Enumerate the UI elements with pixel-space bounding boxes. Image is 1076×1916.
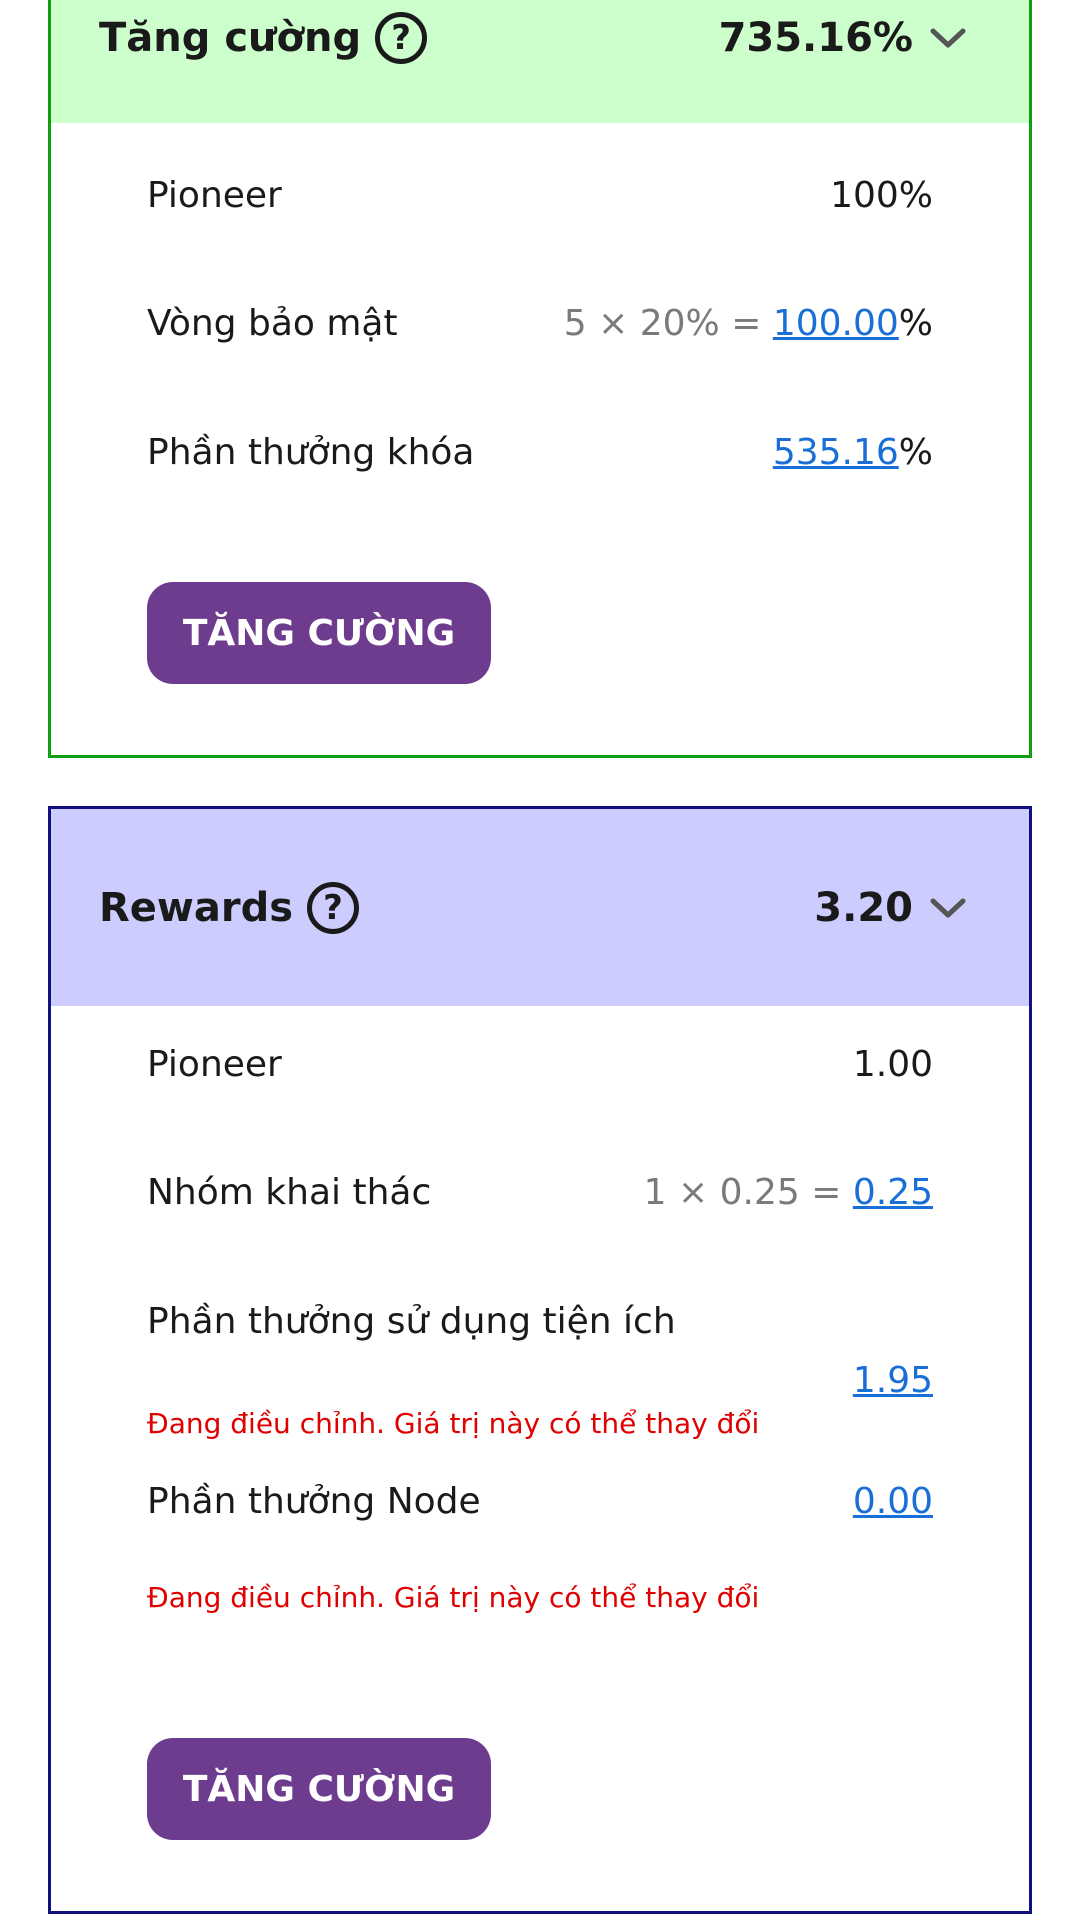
security-circle-link[interactable]: 100.00 [773,303,899,344]
boost-header-right[interactable]: 735.16% [719,15,967,61]
formula-text: 5 × 20% = [563,303,773,344]
page: Tăng cường ? 735.16% Pioneer 100% Vòng b… [0,0,1076,1916]
rewards-row-utility-usage: Phần thưởng sử dụng tiện ích [147,1301,933,1342]
help-circle-icon[interactable]: ? [375,12,428,64]
row-label: Pioneer [147,175,282,216]
rewards-boost-button[interactable]: TĂNG CƯỜNG [147,1738,491,1840]
utility-usage-warning: Đang điều chỉnh. Giá trị này có thể thay… [147,1407,760,1440]
boost-row-pioneer: Pioneer 100% [147,175,933,216]
chevron-down-icon[interactable] [929,896,967,920]
node-reward-link[interactable]: 0.00 [853,1481,933,1522]
row-label: Pioneer [147,1044,282,1085]
rewards-header-left: Rewards ? [99,881,360,934]
rewards-total: 3.20 [814,884,913,931]
formula-text: 1 × 0.25 = [643,1172,853,1213]
row-label: Phần thưởng Node [147,1481,481,1522]
row-value: 100% [830,175,933,216]
row-value: 535.16% [773,432,933,473]
row-value: 5 × 20% = 100.00% [564,303,933,344]
boost-header-left: Tăng cường ? [99,12,428,64]
row-label: Phần thưởng khóa [147,432,475,473]
boost-total: 735.16% [718,15,913,61]
boost-row-security-circle: Vòng bảo mật 5 × 20% = 100.00% [147,303,933,344]
rewards-title: Rewards [99,884,294,931]
lockup-reward-link[interactable]: 535.16 [773,432,899,473]
utility-usage-link[interactable]: 1.95 [853,1360,933,1401]
rewards-row-mining-team: Nhóm khai thác 1 × 0.25 = 0.25 [147,1172,933,1213]
boost-card-header[interactable]: Tăng cường ? 735.16% [51,0,1029,123]
node-reward-warning: Đang điều chỉnh. Giá trị này có thể thay… [147,1581,760,1614]
chevron-down-icon[interactable] [929,26,967,50]
percent-suffix: % [898,432,933,473]
percent-suffix: % [898,303,933,344]
rewards-header-right[interactable]: 3.20 [814,885,967,931]
boost-card: Tăng cường ? 735.16% Pioneer 100% Vòng b… [48,0,1032,758]
boost-row-lockup-reward: Phần thưởng khóa 535.16% [147,432,933,473]
mining-team-link[interactable]: 0.25 [853,1172,933,1213]
row-value: 1.00 [852,1044,933,1085]
boost-button[interactable]: TĂNG CƯỜNG [147,582,491,684]
row-label: Phần thưởng sử dụng tiện ích [147,1301,676,1342]
rewards-card: Rewards ? 3.20 Pioneer 1.00 Nhóm khai th… [48,806,1032,1914]
help-circle-icon[interactable]: ? [307,881,360,934]
rewards-card-header[interactable]: Rewards ? 3.20 [51,809,1029,1006]
row-label: Vòng bảo mật [147,303,398,344]
rewards-row-node: Phần thưởng Node 0.00 [147,1481,933,1522]
boost-header-inner: Tăng cường ? 735.16% [99,0,967,88]
row-value: 1 × 0.25 = 0.25 [644,1172,933,1213]
row-label: Nhóm khai thác [147,1172,432,1213]
rewards-row-pioneer: Pioneer 1.00 [147,1044,933,1085]
boost-title: Tăng cường [99,15,362,61]
